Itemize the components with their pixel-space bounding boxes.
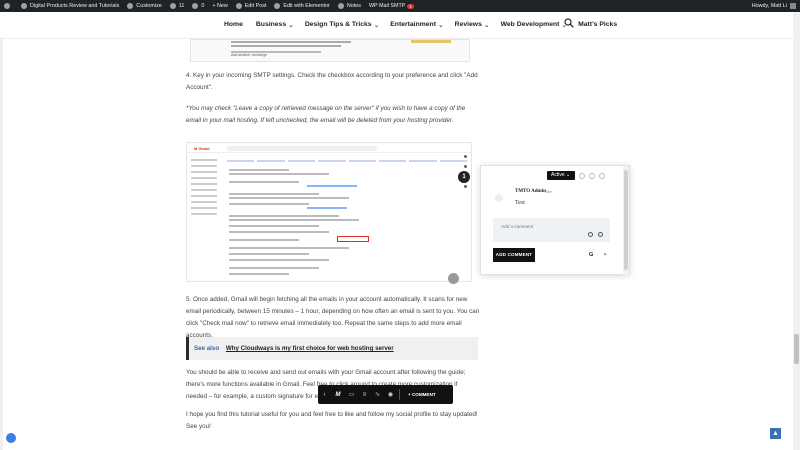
gmail-settings-screenshot: M Gmail: [186, 142, 472, 282]
toolbar-logo: M: [335, 391, 341, 398]
comment-panel: Active ⌄ TMTO Admin 10m Test Add a comme…: [480, 165, 630, 276]
layers-icon[interactable]: ≡: [358, 392, 371, 398]
nav-item-web-development[interactable]: Web Development: [501, 21, 560, 29]
comment-placeholder: Add a comment: [501, 224, 534, 229]
gmail-logo: M Gmail: [194, 146, 210, 151]
admin-bar: Digital Products Review and Tutorials Cu…: [0, 0, 800, 12]
nav-item-design-tips-tricks[interactable]: Design Tips & Tricks: [305, 21, 372, 29]
comment-marker[interactable]: 1: [458, 171, 470, 183]
attach-icon[interactable]: [598, 232, 603, 237]
left-edge: [0, 39, 3, 450]
comment-icon[interactable]: ▭: [345, 391, 358, 398]
nav-item-business[interactable]: Business: [256, 21, 286, 29]
close-icon[interactable]: [599, 173, 605, 179]
accessibility-icon[interactable]: [6, 433, 16, 443]
wp-logo-icon[interactable]: [4, 3, 13, 9]
add-exchange-label: Add another exchange: [231, 53, 268, 57]
mention-icon[interactable]: [588, 232, 593, 237]
nav-item-reviews[interactable]: Reviews: [455, 21, 482, 29]
step5-paragraph: 5. Once added, Gmail will begin fetching…: [186, 296, 480, 339]
comment-time: 10m: [545, 190, 553, 194]
edit-post-link[interactable]: Edit Post: [235, 3, 266, 9]
highlight-box: [337, 236, 369, 242]
new-content-link[interactable]: + New: [212, 3, 227, 9]
comments-link[interactable]: 0: [192, 3, 204, 9]
search-icon[interactable]: [564, 18, 574, 28]
refresh-icon: [169, 3, 176, 9]
ai-assist-icon[interactable]: ✦: [603, 253, 607, 258]
avatar[interactable]: [790, 3, 796, 9]
main-navigation: Home Business ⌄ Design Tips & Tricks ⌄ Entert…: [0, 12, 800, 39]
chevron-down-icon[interactable]: ⌄: [288, 21, 294, 29]
chevron-down-icon[interactable]: ⌄: [438, 21, 444, 29]
activity-icon[interactable]: ∿: [371, 391, 384, 398]
howdy-user-link[interactable]: Howdy, Matt Li: [752, 3, 787, 9]
note-paragraph: *You may check "Leave a copy of retrieve…: [186, 105, 466, 124]
nav-item-entertainment[interactable]: Entertainment: [390, 21, 436, 29]
nav-item-matt-s-picks[interactable]: Matt's Picks: [578, 21, 617, 29]
home-icon: [21, 3, 27, 9]
site-name-link[interactable]: Digital Products Review and Tutorials: [21, 3, 119, 9]
comment-toolbar: ‹ M ▭ ≡ ∿ ◉ + COMMENT: [318, 385, 453, 404]
eye-icon[interactable]: ◉: [384, 391, 397, 398]
embedded-screenshot-top: Add another exchange: [190, 39, 470, 62]
elementor-icon: [274, 3, 281, 9]
updates-link[interactable]: 11: [169, 3, 184, 9]
grammarly-icon[interactable]: G: [589, 252, 593, 258]
scroll-to-top-button[interactable]: ▲: [770, 428, 781, 439]
chevron-down-icon[interactable]: ⌄: [374, 21, 380, 29]
page-scrollbar[interactable]: [793, 12, 800, 450]
chevron-down-icon[interactable]: ⌄: [484, 21, 490, 29]
comment-input[interactable]: Add a comment: [493, 218, 610, 242]
step4-paragraph: 4. Key in your incoming SMTP settings. C…: [186, 72, 478, 91]
comment-text: Test: [515, 200, 525, 206]
see-also-box: See also Why Cloudways is my first choic…: [186, 337, 478, 360]
notes-icon: [337, 3, 344, 9]
notes-link[interactable]: Notes: [337, 3, 361, 9]
add-comment-button[interactable]: ADD COMMENT: [493, 248, 535, 262]
customize-link[interactable]: Customize: [127, 3, 162, 9]
resolve-icon[interactable]: [579, 173, 585, 179]
comment-author: TMTO Admin: [515, 189, 546, 194]
pencil-icon: [235, 3, 242, 9]
nav-item-home[interactable]: Home: [224, 21, 243, 29]
notification-badge: 1: [407, 3, 414, 9]
more-icon[interactable]: [589, 173, 595, 179]
closing-paragraph: I hope you find this tutorial useful for…: [186, 411, 478, 430]
edit-elementor-link[interactable]: Edit with Elementor: [274, 3, 330, 9]
avatar: [495, 194, 503, 202]
wp-mail-smtp-link[interactable]: WP Mail SMTP 1: [369, 3, 414, 9]
chevron-left-icon[interactable]: ‹: [318, 392, 331, 398]
comment-icon: [192, 3, 199, 9]
drag-handle-icon[interactable]: [448, 273, 459, 284]
brush-icon: [127, 3, 134, 9]
panel-scrollbar[interactable]: [623, 166, 629, 276]
add-comment-toolbar-button[interactable]: + COMMENT: [408, 392, 436, 397]
see-also-label: See also: [194, 345, 220, 352]
see-also-link[interactable]: Why Cloudways is my first choice for web…: [226, 345, 394, 352]
status-dropdown[interactable]: Active ⌄: [547, 171, 575, 180]
scrollbar-thumb[interactable]: [794, 334, 799, 364]
